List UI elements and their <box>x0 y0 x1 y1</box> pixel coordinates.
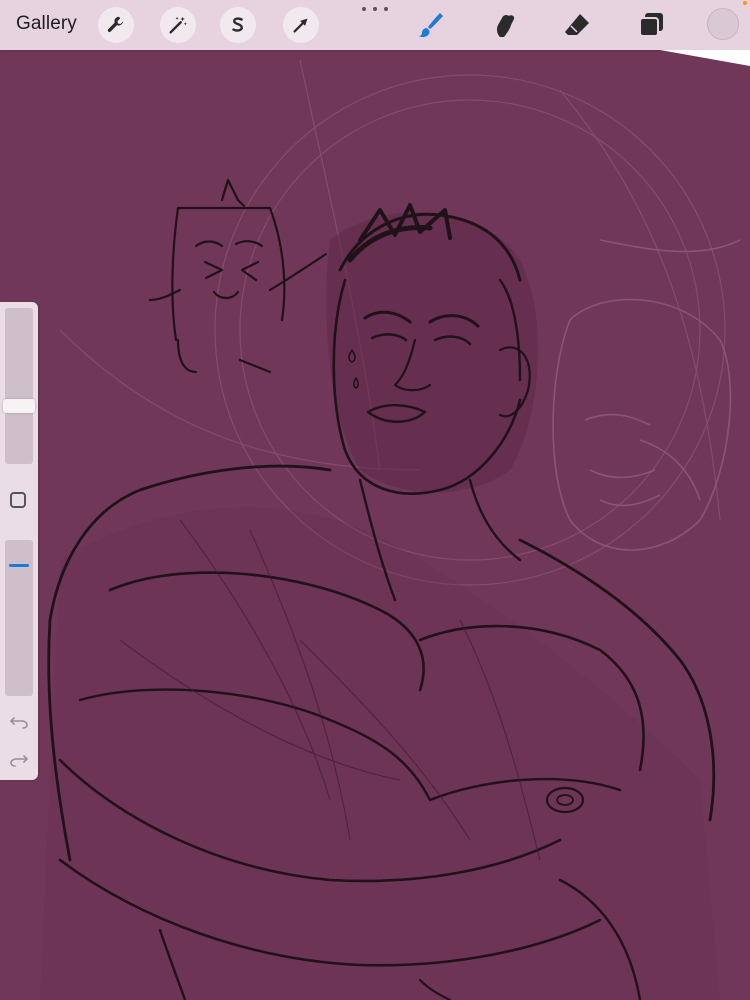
brush-sidebar <box>0 302 38 780</box>
drawing-canvas[interactable] <box>0 0 750 1000</box>
smudge-tool-button[interactable] <box>488 8 522 42</box>
modify-button[interactable] <box>10 492 26 508</box>
transform-button[interactable] <box>283 7 319 43</box>
undo-arrow-icon <box>9 717 28 729</box>
brush-size-thumb[interactable] <box>3 399 35 413</box>
eraser-tool-button[interactable] <box>560 8 594 42</box>
top-toolbar: Gallery <box>0 0 750 50</box>
redo-arrow-icon <box>10 755 29 767</box>
more-options-dots[interactable] <box>362 2 388 16</box>
actions-button[interactable] <box>98 7 134 43</box>
arrow-cursor-icon <box>293 18 308 33</box>
brush-size-slider[interactable] <box>5 308 33 464</box>
recording-indicator <box>743 1 747 5</box>
layers-button[interactable] <box>634 8 668 42</box>
brush-tool-button[interactable] <box>414 8 448 42</box>
brush-icon <box>419 13 443 38</box>
undo-button[interactable] <box>8 710 30 732</box>
selection-button[interactable] <box>220 7 256 43</box>
color-picker-button[interactable] <box>707 8 739 40</box>
brush-opacity-thumb[interactable] <box>5 559 33 571</box>
gallery-button[interactable]: Gallery <box>16 13 77 35</box>
selection-s-icon <box>232 17 243 32</box>
smudge-finger-icon <box>496 14 515 37</box>
reference-window-edge <box>660 50 750 66</box>
eraser-icon <box>565 14 589 35</box>
redo-button[interactable] <box>8 748 30 770</box>
magic-wand-icon <box>169 16 187 34</box>
adjustments-button[interactable] <box>160 7 196 43</box>
wrench-icon <box>107 16 124 33</box>
layers-icon <box>639 13 663 37</box>
